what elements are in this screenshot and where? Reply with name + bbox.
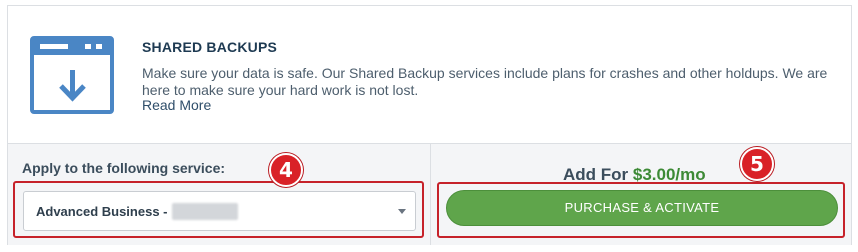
apply-service-label: Apply to the following service: <box>22 160 226 176</box>
addon-description: Make sure your data is safe. Our Shared … <box>142 65 828 98</box>
purchase-section: Apply to the following service: Advanced… <box>8 144 851 245</box>
chevron-down-icon <box>398 209 406 214</box>
addon-info-section: SHARED BACKUPS Make sure your data is sa… <box>8 6 851 144</box>
step-5-badge: 5 <box>740 147 774 181</box>
read-more-link[interactable]: Read More <box>142 97 211 113</box>
service-select-value: Advanced Business - <box>36 204 168 219</box>
purchase-activate-button[interactable]: PURCHASE & ACTIVATE <box>446 190 838 226</box>
service-select[interactable]: Advanced Business - <box>23 191 416 231</box>
step-4-badge: 4 <box>269 153 303 187</box>
section-divider <box>430 144 431 245</box>
browser-download-icon <box>30 36 114 114</box>
addon-title: SHARED BACKUPS <box>142 39 278 55</box>
shared-backups-panel: SHARED BACKUPS Make sure your data is sa… <box>7 5 852 245</box>
redacted-service-name <box>172 203 238 220</box>
